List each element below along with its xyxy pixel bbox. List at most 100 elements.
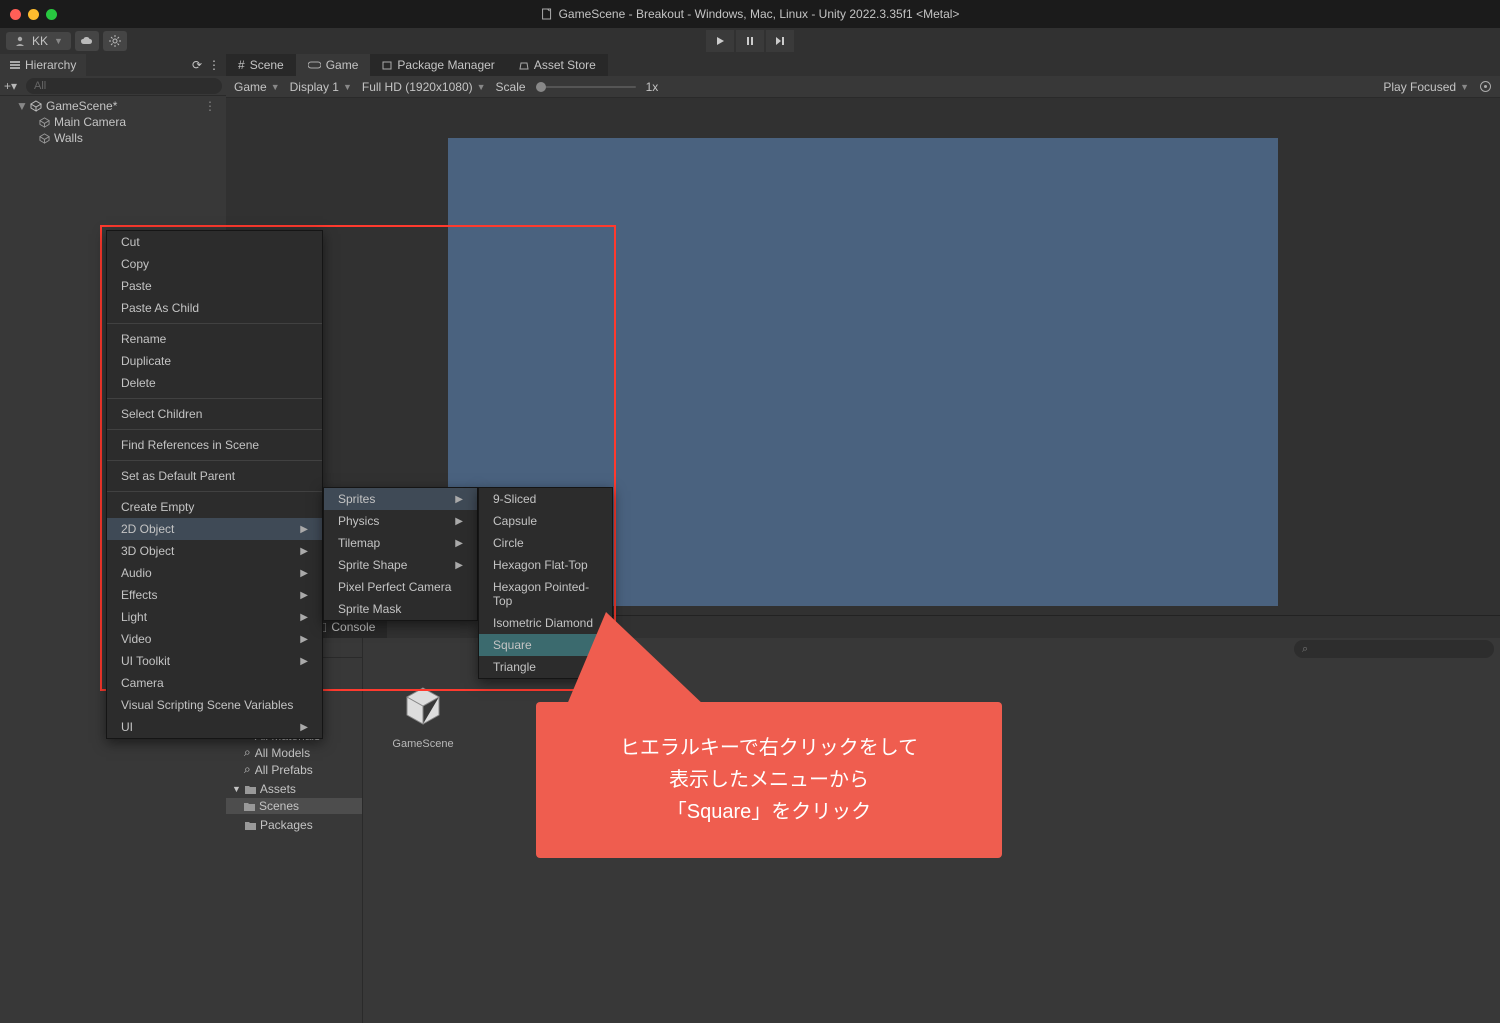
maximize-window-button[interactable] xyxy=(46,9,57,20)
package-manager-tab[interactable]: Package Manager xyxy=(370,54,506,76)
reload-icon[interactable]: ⟳ xyxy=(192,58,202,72)
chevron-right-icon: ▶ xyxy=(300,656,308,667)
ctx-delete: Delete xyxy=(107,372,322,394)
gizmo-icon[interactable] xyxy=(1479,80,1492,93)
settings-button[interactable] xyxy=(103,31,127,51)
hierarchy-tab-label: Hierarchy xyxy=(25,58,76,72)
asset-store-icon xyxy=(519,60,529,70)
chevron-right-icon: ▶ xyxy=(300,590,308,601)
scene-tab-label: Scene xyxy=(250,58,284,72)
ctx-effects[interactable]: Effects▶ xyxy=(107,584,322,606)
resolution-dropdown[interactable]: Full HD (1920x1080)▼ xyxy=(362,80,486,94)
hierarchy-tab[interactable]: Hierarchy xyxy=(0,54,86,76)
ctx-9-sliced[interactable]: 9-Sliced xyxy=(479,488,612,510)
gameobject-icon xyxy=(38,132,50,144)
ctx-capsule[interactable]: Capsule xyxy=(479,510,612,532)
game-tab-icon xyxy=(308,61,321,69)
hierarchy-item-label: Main Camera xyxy=(54,115,126,129)
packages-header[interactable]: Packages xyxy=(226,816,362,834)
play-focused-dropdown[interactable]: Play Focused▼ xyxy=(1383,80,1469,94)
chevron-down-icon: ▼ xyxy=(54,36,63,46)
display-dropdown[interactable]: Display 1▼ xyxy=(290,80,352,94)
ctx-video[interactable]: Video▶ xyxy=(107,628,322,650)
scene-row[interactable]: ▼ GameScene* ⋮ xyxy=(0,98,226,114)
panel-menu-icon[interactable]: ⋮ xyxy=(208,58,220,72)
chevron-right-icon: ▶ xyxy=(455,494,463,505)
ctx-sprite-mask[interactable]: Sprite Mask xyxy=(324,598,477,620)
ctx-hexagon-pointed[interactable]: Hexagon Pointed-Top xyxy=(479,576,612,612)
ctx-circle[interactable]: Circle xyxy=(479,532,612,554)
scale-value: 1x xyxy=(646,80,659,94)
ctx-tilemap[interactable]: Tilemap▶ xyxy=(324,532,477,554)
asset-grid-item[interactable]: GameScene xyxy=(383,678,463,750)
folder-icon xyxy=(245,821,256,830)
gameobject-icon xyxy=(38,116,50,128)
step-button[interactable] xyxy=(766,30,794,52)
asset-store-tab-label: Asset Store xyxy=(534,58,596,72)
assets-header[interactable]: ▼Assets xyxy=(226,780,362,798)
project-search-input[interactable] xyxy=(1294,640,1494,658)
window-title: GameScene - Breakout - Windows, Mac, Lin… xyxy=(541,7,960,21)
chevron-right-icon: ▶ xyxy=(300,722,308,733)
ctx-physics[interactable]: Physics▶ xyxy=(324,510,477,532)
favorite-item[interactable]: ⌕All Prefabs xyxy=(226,761,362,778)
ctx-ui[interactable]: UI▶ xyxy=(107,716,322,738)
scene-tab-icon: # xyxy=(238,58,245,72)
window-titlebar: GameScene - Breakout - Windows, Mac, Lin… xyxy=(0,0,1500,28)
game-tab[interactable]: Game xyxy=(296,54,371,76)
hierarchy-search-input[interactable] xyxy=(26,78,222,94)
ctx-camera[interactable]: Camera xyxy=(107,672,322,694)
account-dropdown[interactable]: KK ▼ xyxy=(6,32,71,50)
traffic-lights xyxy=(10,9,57,20)
ctx-2d-object[interactable]: 2D Object▶ xyxy=(107,518,322,540)
favorite-item[interactable]: ⌕All Models xyxy=(226,744,362,761)
ctx-3d-object[interactable]: 3D Object▶ xyxy=(107,540,322,562)
ctx-create-empty[interactable]: Create Empty xyxy=(107,496,322,518)
scale-label: Scale xyxy=(496,80,526,94)
chevron-right-icon: ▶ xyxy=(300,612,308,623)
scene-menu-icon[interactable]: ⋮ xyxy=(204,99,222,113)
ctx-sprite-shape[interactable]: Sprite Shape▶ xyxy=(324,554,477,576)
ctx-vssv[interactable]: Visual Scripting Scene Variables xyxy=(107,694,322,716)
play-button[interactable] xyxy=(706,30,734,52)
ctx-select-children: Select Children xyxy=(107,403,322,425)
ctx-duplicate: Duplicate xyxy=(107,350,322,372)
annotation-callout: ヒエラルキーで右クリックをして 表示したメニューから 「Square」をクリック xyxy=(536,702,1002,858)
unity-scene-icon xyxy=(30,100,42,112)
ctx-ui-toolkit[interactable]: UI Toolkit▶ xyxy=(107,650,322,672)
ctx-copy: Copy xyxy=(107,253,322,275)
ctx-default-parent: Set as Default Parent xyxy=(107,465,322,487)
chevron-right-icon: ▶ xyxy=(455,516,463,527)
ctx-sprites[interactable]: Sprites▶ xyxy=(324,488,477,510)
hierarchy-item[interactable]: Main Camera xyxy=(0,114,226,130)
close-window-button[interactable] xyxy=(10,9,21,20)
ctx-cut: Cut xyxy=(107,231,322,253)
context-submenu-2d: Sprites▶ Physics▶ Tilemap▶ Sprite Shape▶… xyxy=(323,487,478,621)
chevron-right-icon: ▶ xyxy=(300,524,308,535)
ctx-light[interactable]: Light▶ xyxy=(107,606,322,628)
asset-store-tab[interactable]: Asset Store xyxy=(507,54,608,76)
hierarchy-item[interactable]: Walls xyxy=(0,130,226,146)
scale-slider[interactable] xyxy=(536,86,636,88)
pause-button[interactable] xyxy=(736,30,764,52)
hierarchy-item-label: Walls xyxy=(54,131,83,145)
callout-line: ヒエラルキーで右クリックをして xyxy=(620,732,918,764)
cloud-button[interactable] xyxy=(75,31,99,51)
context-menu: Cut Copy Paste Paste As Child Rename Dup… xyxy=(106,230,323,739)
user-icon xyxy=(14,35,26,47)
callout-line: 「Square」をクリック xyxy=(667,796,872,828)
assets-folder-item[interactable]: Scenes xyxy=(226,798,362,814)
minimize-window-button[interactable] xyxy=(28,9,39,20)
ctx-hexagon-flat[interactable]: Hexagon Flat-Top xyxy=(479,554,612,576)
scene-tab[interactable]: # Scene xyxy=(226,54,296,76)
add-gameobject-button[interactable]: +▾ xyxy=(4,79,22,93)
package-tab-label: Package Manager xyxy=(397,58,494,72)
game-mode-dropdown[interactable]: Game▼ xyxy=(234,80,280,94)
chevron-right-icon: ▶ xyxy=(455,538,463,549)
ctx-pixel-perfect-camera[interactable]: Pixel Perfect Camera xyxy=(324,576,477,598)
asset-grid-label: GameScene xyxy=(383,738,463,750)
ctx-audio[interactable]: Audio▶ xyxy=(107,562,322,584)
expand-arrow-icon[interactable]: ▼ xyxy=(16,99,26,113)
chevron-right-icon: ▶ xyxy=(300,634,308,645)
chevron-right-icon: ▶ xyxy=(300,568,308,579)
